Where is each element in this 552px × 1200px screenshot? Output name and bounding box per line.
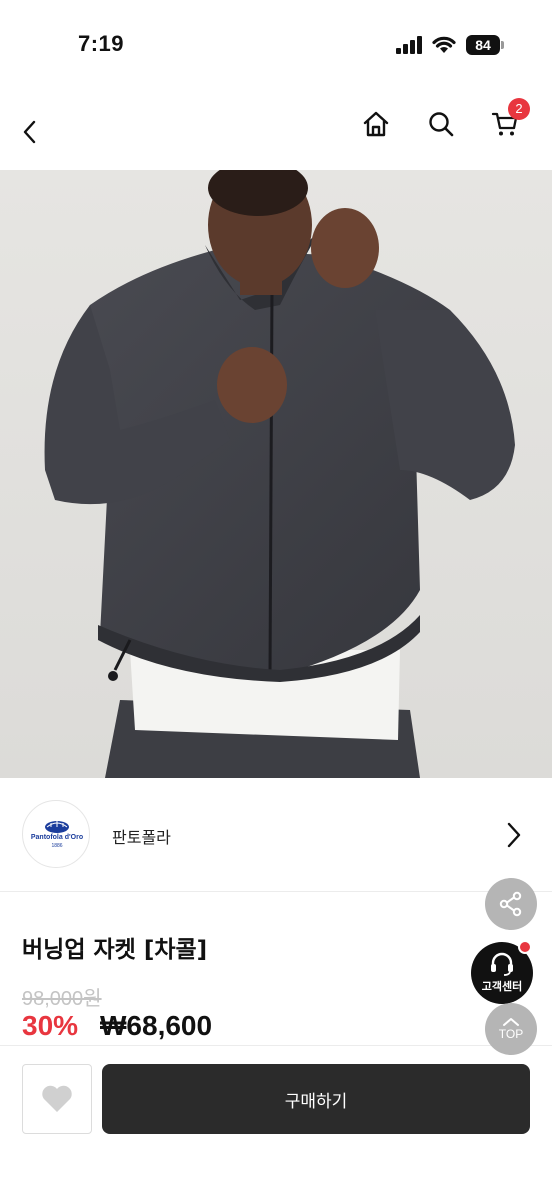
- share-icon: [499, 891, 522, 917]
- product-image[interactable]: [0, 170, 552, 778]
- product-title: 버닝업 자켓 [차콜]: [22, 937, 208, 963]
- svg-text:Pantofola d'Oro: Pantofola d'Oro: [31, 834, 83, 841]
- back-button[interactable]: [10, 112, 50, 152]
- product-photo: [0, 170, 552, 778]
- home-icon: [363, 111, 389, 137]
- scroll-top-button[interactable]: TOP: [485, 1003, 537, 1055]
- home-button[interactable]: [356, 104, 396, 144]
- battery-icon: 84: [466, 35, 500, 55]
- customer-service-label: 고객센터: [481, 980, 523, 993]
- chevron-right-icon[interactable]: [500, 818, 528, 852]
- chevron-left-icon: [23, 120, 36, 144]
- brand-logo[interactable]: Pantofola d'Oro 1886: [22, 800, 90, 868]
- search-icon: [429, 112, 454, 137]
- bottom-bar: 구매하기: [0, 1045, 552, 1200]
- status-time: 7:19: [78, 31, 125, 56]
- share-button[interactable]: [485, 878, 537, 930]
- headset-icon: [491, 952, 513, 976]
- notification-dot: [518, 940, 532, 954]
- discount-rate: 30%: [22, 1010, 79, 1041]
- sale-price: ₩68,600: [100, 1010, 213, 1041]
- wifi-icon: [432, 36, 456, 53]
- search-button[interactable]: [421, 104, 461, 144]
- brand-logo-mark: Pantofola d'Oro 1886: [31, 821, 83, 849]
- wishlist-button[interactable]: [22, 1064, 92, 1134]
- brand-row[interactable]: Pantofola d'Oro 1886 판토폴라: [0, 778, 552, 892]
- heart-icon: [42, 1085, 72, 1112]
- brand-name[interactable]: 판토폴라: [112, 824, 171, 848]
- scroll-top-label: TOP: [498, 1027, 524, 1041]
- battery-tip: [501, 41, 504, 49]
- original-price: 98,000원: [22, 988, 102, 1010]
- chevron-up-icon: [503, 1018, 519, 1026]
- signal-icon: [396, 36, 424, 54]
- status-bar: 7:19 84: [0, 0, 552, 90]
- cart-badge: 2: [508, 98, 530, 120]
- buy-button[interactable]: 구매하기: [102, 1064, 530, 1134]
- svg-text:1886: 1886: [51, 843, 62, 849]
- nav-bar: 2: [0, 90, 552, 170]
